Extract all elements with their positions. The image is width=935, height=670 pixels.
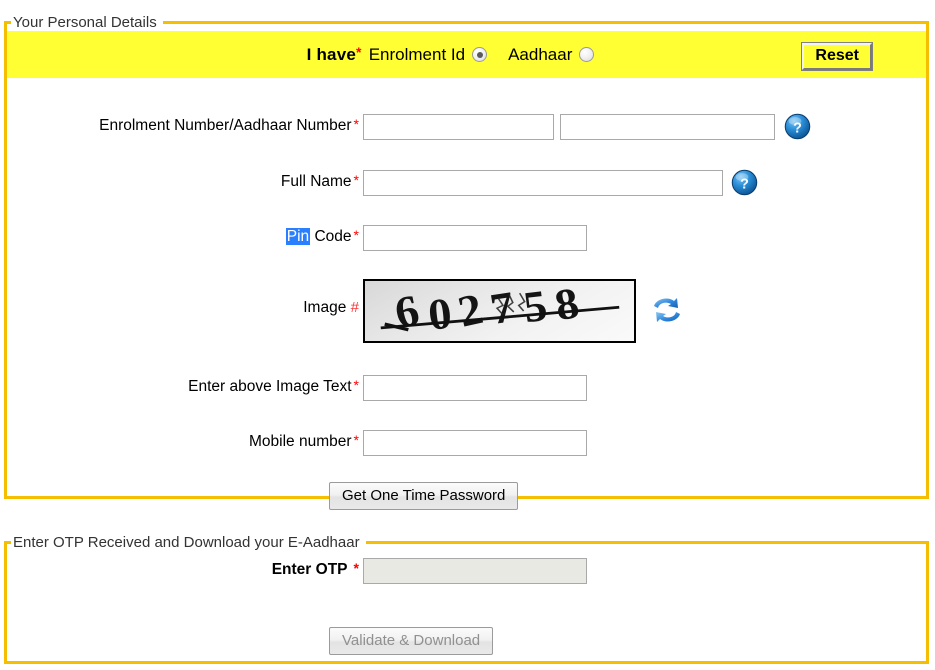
row-pin-code: Pin Code *	[7, 225, 926, 251]
personal-details-legend: Your Personal Details	[13, 14, 157, 31]
input-enrolment-number-part2[interactable]	[560, 114, 775, 140]
label-image: Image #	[303, 299, 359, 316]
help-question-icon[interactable]: ?	[784, 113, 811, 140]
row-mobile-number: Mobile number *	[7, 430, 926, 456]
row-full-name: Full Name * ?	[7, 169, 926, 196]
svg-text:8: 8	[551, 281, 583, 330]
radio-aadhaar[interactable]	[579, 47, 595, 62]
image-required-hash: #	[350, 299, 359, 316]
label-mobile-number: Mobile number *	[249, 432, 359, 450]
radio-label-aadhaar: Aadhaar	[508, 44, 573, 64]
row-image-text: Enter above Image Text *	[7, 375, 926, 401]
radio-label-enrolment-id: Enrolment Id	[368, 44, 466, 64]
label-pin-code: Pin Code *	[285, 227, 359, 245]
personal-details-panel: Your Personal Details I have* Enrolment …	[4, 14, 929, 510]
svg-text:0: 0	[426, 289, 454, 340]
pin-code-highlighted-word: Pin	[285, 228, 311, 245]
row-enrolment-number: Enrolment Number/Aadhaar Number * ?	[7, 113, 926, 140]
svg-text:?: ?	[740, 176, 749, 192]
row-submit: Get One Time Password	[7, 482, 926, 510]
get-one-time-password-button[interactable]: Get One Time Password	[329, 482, 519, 510]
label-image-text: Enter above Image Text *	[188, 377, 359, 395]
label-enrolment-number: Enrolment Number/Aadhaar Number *	[99, 116, 359, 134]
refresh-arrows-icon[interactable]	[650, 293, 684, 327]
label-full-name: Full Name *	[280, 172, 359, 190]
otp-panel-legend: Enter OTP Received and Download your E-A…	[13, 534, 360, 551]
row-validate: Validate & Download	[7, 627, 926, 655]
i-have-required-star: *	[356, 43, 362, 60]
svg-text:7: 7	[487, 282, 518, 334]
help-question-icon[interactable]: ?	[731, 169, 758, 196]
i-have-label: I have*	[306, 43, 362, 64]
label-enter-otp: Enter OTP *	[271, 560, 359, 578]
radio-enrolment-id[interactable]	[472, 47, 488, 62]
captcha-image: 6 0 2 7 5 8	[363, 279, 636, 343]
svg-text:?: ?	[793, 120, 802, 136]
input-enter-otp[interactable]	[363, 558, 587, 584]
otp-panel: Enter OTP Received and Download your E-A…	[4, 534, 929, 664]
reset-button[interactable]: Reset	[801, 42, 873, 71]
svg-text:2: 2	[453, 284, 487, 336]
e-aadhaar-download-page: Your Personal Details I have* Enrolment …	[0, 0, 935, 670]
input-full-name[interactable]	[363, 170, 723, 196]
validate-and-download-button[interactable]: Validate & Download	[329, 627, 494, 655]
row-captcha-image: Image # 6 0 2 7 5 8	[7, 279, 926, 343]
i-have-selection-bar: I have* Enrolment Id Aadhaar Reset	[7, 31, 926, 78]
input-enrolment-number-part1[interactable]	[363, 114, 554, 140]
input-pin-code[interactable]	[363, 225, 587, 251]
row-enter-otp: Enter OTP *	[7, 558, 926, 584]
input-mobile-number[interactable]	[363, 430, 587, 456]
input-image-text[interactable]	[363, 375, 587, 401]
svg-text:5: 5	[521, 281, 550, 332]
